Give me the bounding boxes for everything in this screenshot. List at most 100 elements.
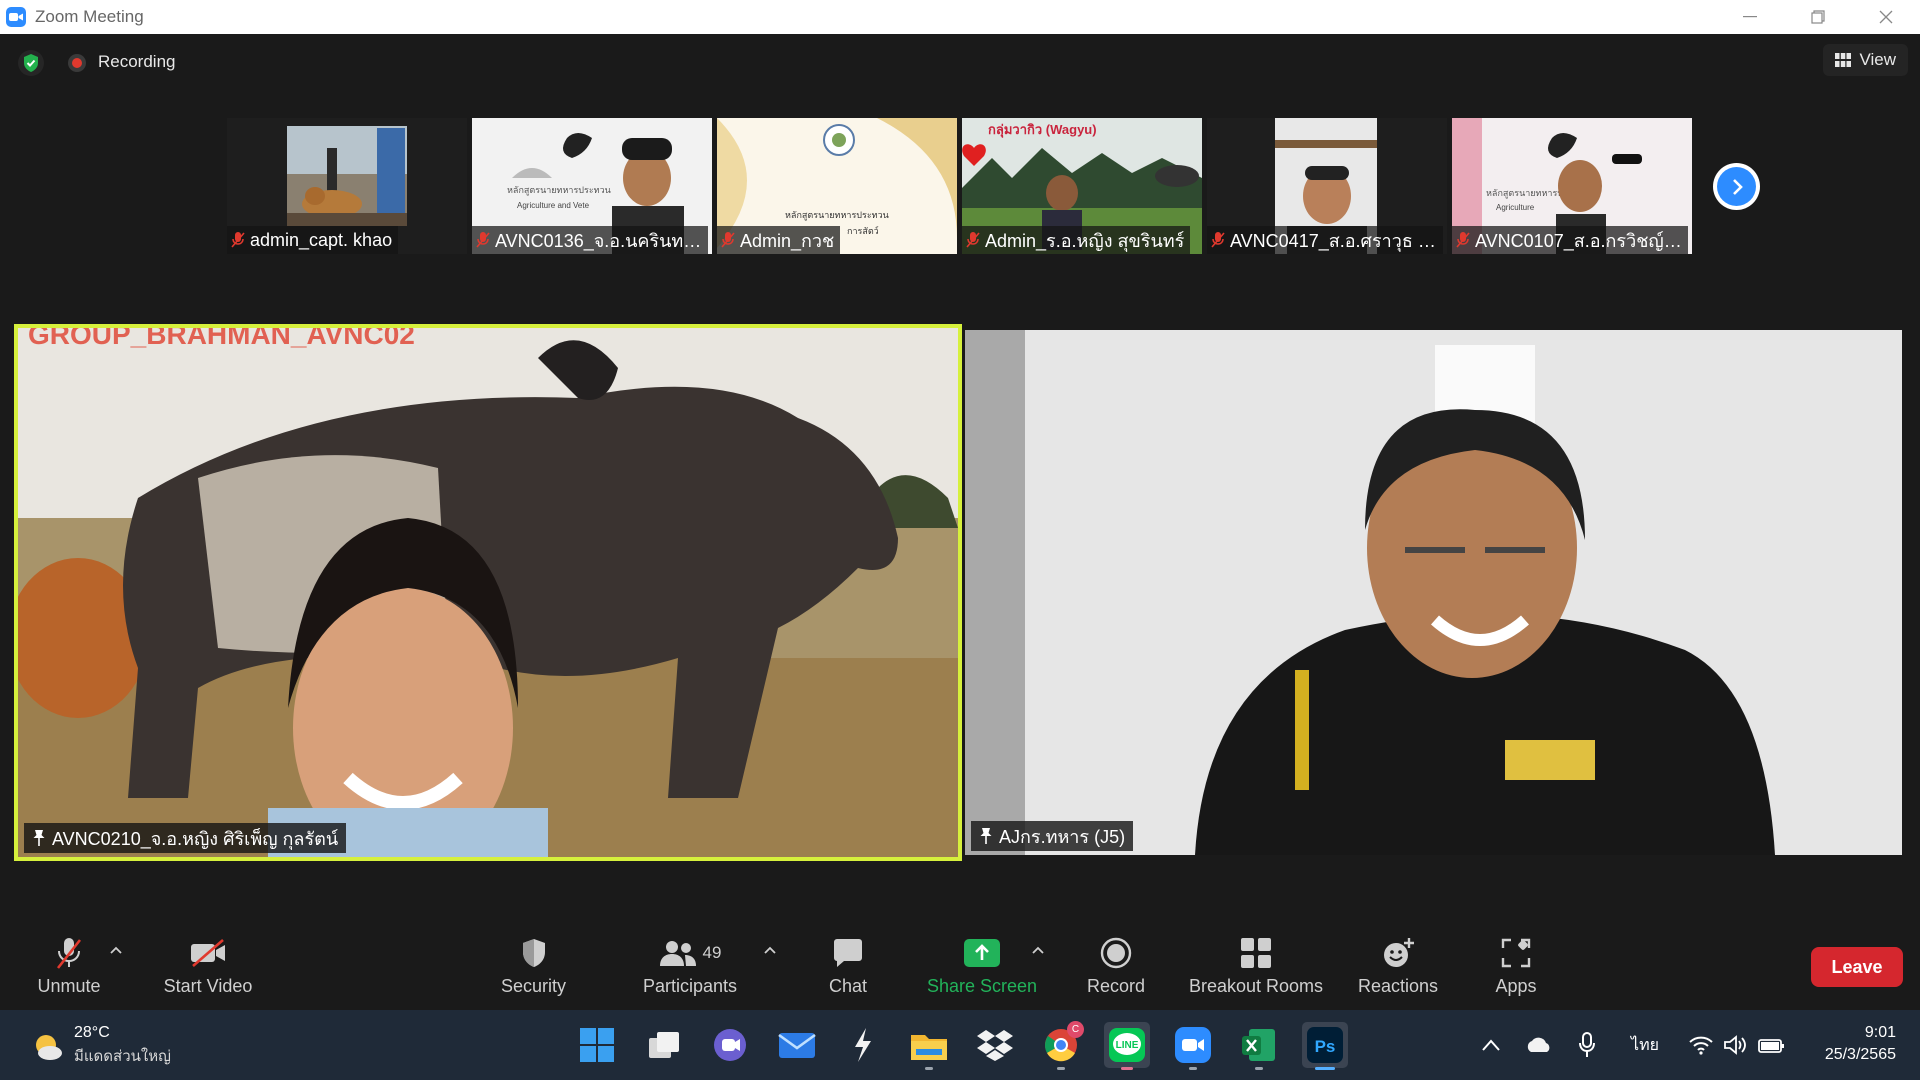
participants-button[interactable]: 49 Participants bbox=[632, 920, 748, 1010]
chrome-profile-badge: C bbox=[1067, 1021, 1084, 1038]
share-options-caret[interactable] bbox=[1030, 942, 1046, 958]
participant-name-tag: Admin_ร.อ.หญิง สุขรินทร์ bbox=[962, 226, 1191, 254]
participant-name-tag: AVNC0136_จ.อ.นครินทร์ ... bbox=[472, 226, 708, 254]
battery-icon[interactable] bbox=[1756, 1010, 1788, 1080]
microphone-tray-icon[interactable] bbox=[1574, 1010, 1600, 1080]
chrome-icon[interactable]: C bbox=[1038, 1021, 1084, 1070]
view-label: View bbox=[1859, 50, 1896, 69]
mic-muted-icon bbox=[54, 934, 84, 972]
security-button[interactable]: Security bbox=[486, 920, 581, 1010]
mail-icon[interactable] bbox=[774, 1022, 820, 1068]
meeting-toolbar: Unmute Start Video Security 49 Participa… bbox=[0, 920, 1920, 1010]
participant-name-tag: admin_capt. khao bbox=[227, 226, 399, 254]
windows-taskbar: 28°C มีแดดส่วนใหญ่ C LINE Ps ไทย 9:01 25… bbox=[0, 1010, 1920, 1080]
participant-name-tag: AJกร.ทหาร (J5) bbox=[971, 821, 1134, 851]
pin-icon bbox=[980, 828, 992, 844]
mic-muted-icon bbox=[1211, 232, 1225, 248]
pin-icon bbox=[33, 830, 45, 846]
teams-chat-icon[interactable] bbox=[707, 1022, 753, 1068]
breakout-rooms-button[interactable]: Breakout Rooms bbox=[1180, 920, 1332, 1010]
onedrive-cloud-icon[interactable] bbox=[1522, 1010, 1556, 1080]
task-view-icon[interactable] bbox=[641, 1022, 687, 1068]
app-bolt-icon[interactable] bbox=[840, 1022, 886, 1068]
mic-muted-icon bbox=[1456, 232, 1470, 248]
chevron-right-icon bbox=[1717, 167, 1756, 206]
grid-view-icon bbox=[1835, 53, 1852, 67]
participant-video[interactable]: AJกร.ทหาร (J5) bbox=[965, 330, 1902, 855]
svg-text:Agriculture and Vete: Agriculture and Vete bbox=[517, 201, 590, 210]
participant-thumbnail-strip: admin_capt. khao หลักสูตรนายทหารประทวน A… bbox=[227, 118, 1692, 254]
photoshop-icon[interactable]: Ps bbox=[1302, 1022, 1348, 1070]
participant-thumbnail[interactable]: หลักสูตรนายทหารประทวน การสัตว์ Admin_กวช bbox=[717, 118, 957, 254]
weather-widget[interactable]: 28°C มีแดดส่วนใหญ่ bbox=[30, 1024, 171, 1068]
video-feed bbox=[965, 330, 1902, 855]
video-feed: GROUP_BRAHMAN_AVNC02 bbox=[18, 328, 958, 857]
encryption-shield-icon[interactable] bbox=[18, 50, 44, 76]
input-language-indicator[interactable]: ไทย bbox=[1628, 1010, 1662, 1080]
participant-name-tag: Admin_กวช bbox=[717, 226, 841, 254]
participant-thumbnail[interactable]: AVNC0417_ส.อ.ศราวุธ สุ... bbox=[1207, 118, 1447, 254]
volume-icon[interactable] bbox=[1720, 1010, 1750, 1080]
partly-sunny-icon bbox=[36, 1035, 62, 1060]
participant-thumbnail[interactable]: กลุ่มวากิว (Wagyu) Admin_ร.อ.หญิง สุขริน… bbox=[962, 118, 1202, 254]
restore-button[interactable] bbox=[1784, 0, 1852, 34]
svg-text:LINE: LINE bbox=[1116, 1040, 1139, 1051]
clock-date: 25/3/2565 bbox=[1824, 1046, 1896, 1063]
svg-text:หลักสูตรนายทหารประทวน: หลักสูตรนายทหารประทวน bbox=[507, 185, 611, 196]
video-off-icon bbox=[189, 934, 227, 972]
participants-options-caret[interactable] bbox=[762, 942, 778, 958]
dropbox-icon[interactable] bbox=[972, 1022, 1018, 1068]
zoom-window: Zoom Meeting Recording View admin_capt. … bbox=[0, 0, 1920, 1080]
leave-button[interactable]: Leave bbox=[1811, 947, 1903, 987]
apps-button[interactable]: Apps bbox=[1476, 920, 1556, 1010]
participant-name-tag: AVNC0417_ส.อ.ศราวุธ สุ... bbox=[1207, 226, 1443, 254]
system-clock[interactable]: 9:01 25/3/2565 bbox=[1825, 1022, 1896, 1066]
start-menu-icon[interactable] bbox=[574, 1022, 620, 1068]
start-video-button[interactable]: Start Video bbox=[150, 920, 266, 1010]
recording-dot-icon bbox=[68, 54, 86, 72]
recording-label[interactable]: Recording bbox=[98, 52, 176, 72]
reactions-icon bbox=[1381, 934, 1415, 972]
zoom-logo-icon bbox=[6, 7, 26, 27]
clock-time: 9:01 bbox=[1864, 1024, 1896, 1041]
svg-text:Ps: Ps bbox=[1315, 1037, 1336, 1056]
zoom-icon[interactable] bbox=[1170, 1022, 1216, 1070]
active-speaker-video[interactable]: GROUP_BRAHMAN_AVNC02 AVNC0210_จ.อ.หญิง ศ… bbox=[14, 324, 962, 861]
show-hidden-icons-chevron-icon[interactable] bbox=[1476, 1010, 1506, 1080]
audio-options-caret[interactable] bbox=[108, 942, 124, 958]
apps-icon bbox=[1501, 934, 1531, 972]
svg-text:กลุ่มวากิว (Wagyu): กลุ่มวากิว (Wagyu) bbox=[988, 122, 1097, 138]
share-screen-button[interactable]: Share Screen bbox=[920, 920, 1044, 1010]
participant-thumbnail[interactable]: หลักสูตรนายทหารประทวน Agriculture AVNC01… bbox=[1452, 118, 1692, 254]
view-button[interactable]: View bbox=[1823, 44, 1908, 76]
wifi-icon[interactable] bbox=[1686, 1010, 1716, 1080]
minimize-button[interactable] bbox=[1716, 0, 1784, 34]
breakout-rooms-icon bbox=[1241, 934, 1271, 972]
close-window-button[interactable] bbox=[1852, 0, 1920, 34]
reactions-button[interactable]: Reactions bbox=[1348, 920, 1448, 1010]
file-explorer-icon[interactable] bbox=[906, 1022, 952, 1070]
participant-name-tag: AVNC0107_ส.อ.กรวิชญ์ ... bbox=[1452, 226, 1688, 254]
line-icon[interactable]: LINE bbox=[1104, 1022, 1150, 1070]
mic-muted-icon bbox=[966, 232, 980, 248]
excel-icon[interactable] bbox=[1236, 1022, 1282, 1070]
meeting-info-strip: Recording View bbox=[0, 34, 1920, 94]
svg-text:การสัตว์: การสัตว์ bbox=[847, 225, 879, 236]
mic-muted-icon bbox=[231, 232, 245, 248]
title-bar: Zoom Meeting bbox=[0, 0, 1920, 34]
chat-button[interactable]: Chat bbox=[808, 920, 888, 1010]
svg-text:Agriculture: Agriculture bbox=[1496, 203, 1535, 212]
participants-icon: 49 bbox=[659, 934, 721, 972]
window-title: Zoom Meeting bbox=[35, 7, 144, 26]
mic-muted-icon bbox=[721, 232, 735, 248]
temperature: 28°C bbox=[74, 1024, 110, 1041]
shield-icon bbox=[520, 934, 548, 972]
record-button[interactable]: Record bbox=[1076, 920, 1156, 1010]
participant-thumbnail[interactable]: admin_capt. khao bbox=[227, 118, 467, 254]
weather-description: มีแดดส่วนใหญ่ bbox=[74, 1048, 171, 1065]
chat-icon bbox=[832, 934, 864, 972]
participant-thumbnail[interactable]: หลักสูตรนายทหารประทวน Agriculture and Ve… bbox=[472, 118, 712, 254]
next-page-button[interactable] bbox=[1713, 163, 1760, 210]
unmute-button[interactable]: Unmute bbox=[24, 920, 114, 1010]
participant-name-tag: AVNC0210_จ.อ.หญิง ศิริเพ็ญ กุลรัตน์ bbox=[24, 823, 347, 853]
